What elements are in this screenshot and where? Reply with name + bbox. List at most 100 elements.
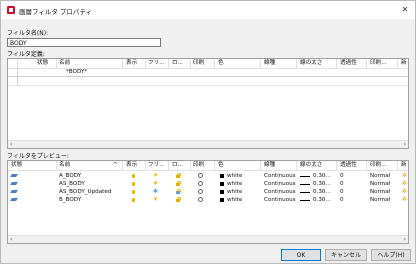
table-row[interactable]: AS_BODY_Updated ✱ white Continuous 0.30.… xyxy=(8,188,408,196)
def-row-name[interactable]: *BODY* xyxy=(66,68,87,76)
def-header-freeze[interactable]: フリ... xyxy=(148,59,165,68)
sun-icon[interactable]: ✷ xyxy=(153,173,158,179)
color-swatch[interactable] xyxy=(220,182,224,186)
layer-lineweight[interactable]: 0.30... xyxy=(313,188,331,196)
prev-header-lock[interactable]: ロ... xyxy=(172,161,183,170)
table-row[interactable]: AS_BODY ✷ white Continuous 0.30... 0 Nor… xyxy=(8,180,408,188)
layer-linetype[interactable]: Continuous xyxy=(264,196,296,204)
layer-transparency[interactable]: 0 xyxy=(340,172,344,180)
unlock-icon[interactable] xyxy=(176,173,181,178)
def-header-linetype[interactable]: 線種 xyxy=(264,59,275,68)
def-header-transparency[interactable]: 透過性 xyxy=(340,59,357,68)
snowflake-icon[interactable]: ✱ xyxy=(153,189,158,195)
def-header-name[interactable]: 名前 xyxy=(59,59,70,68)
ok-button[interactable]: OK xyxy=(281,249,321,261)
def-header-lock[interactable]: ロ... xyxy=(172,59,183,68)
prev-header-transparency[interactable]: 透過性 xyxy=(340,161,357,170)
def-header-plotstyle[interactable]: 印刷... xyxy=(370,59,387,68)
preview-horizontal-scrollbar[interactable]: ‹ › xyxy=(8,235,408,243)
sun-icon[interactable]: ✷ xyxy=(153,181,158,187)
lineweight-line xyxy=(300,176,310,177)
prev-header-state[interactable]: 状態 xyxy=(11,161,22,170)
new-vp-freeze-icon[interactable]: ✲ xyxy=(402,188,407,195)
lightbulb-icon[interactable] xyxy=(132,174,135,178)
layer-plotstyle: Normal xyxy=(370,189,391,195)
layer-color: white xyxy=(227,173,243,179)
layer-filter-dialog: 画層フィルタ プロパティ ✕ フィルタ名(N): BODY フィルタ定義: 状態… xyxy=(0,0,416,264)
layer-transparency[interactable]: 0 xyxy=(340,188,344,196)
prev-header-new[interactable]: 新 xyxy=(401,161,407,170)
prev-header-freeze[interactable]: フリ... xyxy=(148,161,165,170)
layer-name: AS_BODY xyxy=(59,181,85,187)
table-row[interactable]: B_BODY ✷ white Continuous 0.30... 0 Norm… xyxy=(8,196,408,204)
new-vp-freeze-icon[interactable]: ✲ xyxy=(402,180,407,187)
scroll-left-icon[interactable]: ‹ xyxy=(10,141,12,149)
layer-linetype[interactable]: Continuous xyxy=(264,172,296,180)
prev-header-lineweight[interactable]: 線の太さ xyxy=(300,161,322,170)
lock-icon[interactable] xyxy=(176,189,181,194)
sort-up-icon: ^ xyxy=(113,162,118,168)
printer-icon[interactable] xyxy=(198,181,203,186)
def-header-color[interactable]: 色 xyxy=(218,59,224,68)
filter-name-label: フィルタ名(N): xyxy=(7,30,49,37)
layer-plotstyle: Normal xyxy=(370,181,391,187)
prev-header-color[interactable]: 色 xyxy=(218,161,224,170)
layer-linetype[interactable]: Continuous xyxy=(264,188,296,196)
def-header-lineweight[interactable]: 線の太さ xyxy=(300,59,322,68)
layer-plotstyle: Normal xyxy=(370,197,391,203)
lightbulb-icon[interactable] xyxy=(132,198,135,202)
printer-icon[interactable] xyxy=(198,173,203,178)
layer-transparency[interactable]: 0 xyxy=(340,196,344,204)
prev-header-on[interactable]: 表示 xyxy=(126,161,137,170)
scroll-right-icon[interactable]: › xyxy=(404,141,406,149)
preview-grid[interactable]: 状態 名前 ^ 表示 フリ... ロ... 印刷 色 線種 線の太さ 透過性 印… xyxy=(7,160,409,244)
prev-header-plotstyle[interactable]: 印刷... xyxy=(370,161,387,170)
layer-color: white xyxy=(227,197,243,203)
lightbulb-icon[interactable] xyxy=(132,190,135,194)
window-title: 画層フィルタ プロパティ xyxy=(19,8,93,16)
color-swatch[interactable] xyxy=(220,190,224,194)
def-header-on[interactable]: 表示 xyxy=(126,59,137,68)
layer-lineweight[interactable]: 0.30... xyxy=(313,180,331,188)
close-icon[interactable]: ✕ xyxy=(399,4,411,16)
unlock-icon[interactable] xyxy=(176,197,181,202)
scroll-left-icon[interactable]: ‹ xyxy=(10,236,12,244)
layer-color: white xyxy=(227,189,243,195)
layer-state-icon xyxy=(10,198,18,201)
help-button[interactable]: ヘルプ(H) xyxy=(371,249,411,261)
def-row-empty[interactable] xyxy=(8,77,408,86)
preview-label: フィルタをプレビュー: xyxy=(7,153,69,160)
layer-color: white xyxy=(227,181,243,187)
color-swatch[interactable] xyxy=(220,198,224,202)
lightbulb-icon[interactable] xyxy=(132,182,135,186)
new-vp-freeze-icon[interactable]: ✲ xyxy=(402,172,407,179)
color-swatch[interactable] xyxy=(220,174,224,178)
def-horizontal-scrollbar[interactable]: ‹ › xyxy=(8,140,408,148)
layer-lineweight[interactable]: 0.30... xyxy=(313,196,331,204)
layer-lineweight[interactable]: 0.30... xyxy=(313,172,331,180)
sun-icon[interactable]: ✷ xyxy=(153,197,158,203)
lineweight-line xyxy=(300,192,310,193)
prev-header-name[interactable]: 名前 xyxy=(59,161,70,170)
def-header-state[interactable]: 状態 xyxy=(37,59,48,68)
cancel-button[interactable]: キャンセル xyxy=(325,249,367,261)
def-header-new[interactable]: 新 xyxy=(401,59,407,68)
layer-name: A_BODY xyxy=(59,173,82,179)
lineweight-line xyxy=(300,200,310,201)
printer-icon[interactable] xyxy=(198,197,203,202)
layer-name: AS_BODY_Updated xyxy=(59,189,112,195)
table-row[interactable]: A_BODY ✷ white Continuous 0.30... 0 Norm… xyxy=(8,172,408,180)
layer-transparency[interactable]: 0 xyxy=(340,180,344,188)
def-header-plot[interactable]: 印刷 xyxy=(193,59,204,68)
prev-header-plot[interactable]: 印刷 xyxy=(193,161,204,170)
printer-icon[interactable] xyxy=(198,189,203,194)
filter-definition-grid[interactable]: 状態 名前 表示 フリ... ロ... 印刷 色 線種 線の太さ 透過性 印刷.… xyxy=(7,58,409,149)
def-row[interactable]: *BODY* xyxy=(8,68,408,77)
filter-name-input[interactable]: BODY xyxy=(7,38,161,47)
layer-state-icon xyxy=(10,190,18,193)
unlock-icon[interactable] xyxy=(176,181,181,186)
new-vp-freeze-icon[interactable]: ✲ xyxy=(402,196,407,203)
layer-linetype[interactable]: Continuous xyxy=(264,180,296,188)
scroll-right-icon[interactable]: › xyxy=(404,236,406,244)
prev-header-linetype[interactable]: 線種 xyxy=(264,161,275,170)
